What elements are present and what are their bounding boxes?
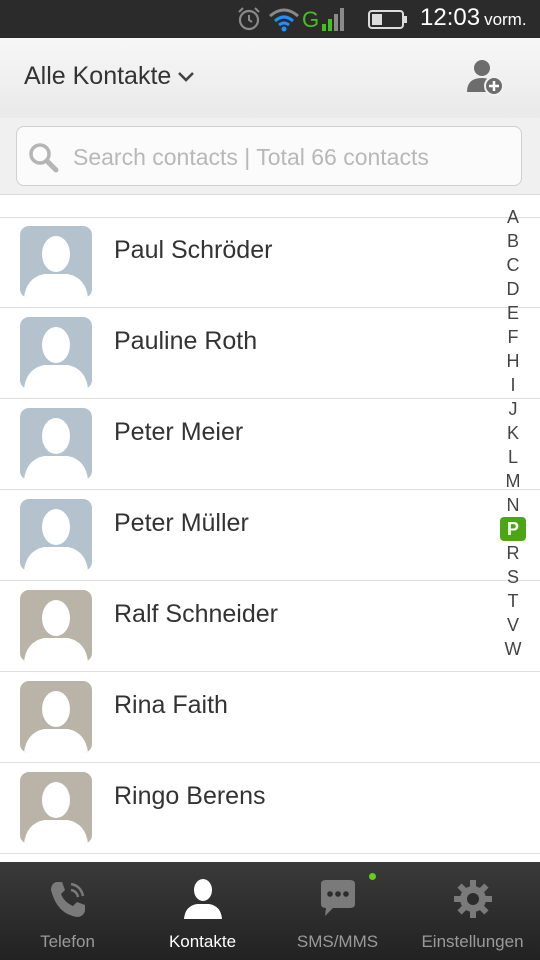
- contact-name: Paul Schröder: [114, 236, 273, 264]
- alphabet-letter-b[interactable]: B: [500, 229, 526, 253]
- new-message-indicator: [369, 873, 376, 880]
- alphabet-letter-m[interactable]: M: [500, 469, 526, 493]
- alphabet-index[interactable]: ABCDEFHIJKLMNPRSTVW: [500, 205, 526, 661]
- alphabet-letter-n[interactable]: N: [500, 493, 526, 517]
- message-icon: [321, 880, 355, 916]
- tab-label: Kontakte: [168, 932, 237, 951]
- alphabet-letter-f[interactable]: F: [500, 325, 526, 349]
- contacts-icon: [184, 879, 222, 919]
- search-placeholder: Search contacts | Total 66 contacts: [73, 144, 429, 170]
- alphabet-letter-w[interactable]: W: [500, 637, 526, 661]
- alphabet-letter-k[interactable]: K: [500, 421, 526, 445]
- alphabet-letter-c[interactable]: C: [500, 253, 526, 277]
- alphabet-letter-s[interactable]: S: [500, 565, 526, 589]
- list-item-partial[interactable]: [0, 195, 540, 218]
- list-item[interactable]: Rina Faith: [0, 672, 540, 763]
- contact-group-selector[interactable]: Alle Kontakte: [24, 62, 195, 91]
- contact-name: Peter Müller: [114, 509, 249, 537]
- alphabet-letter-t[interactable]: T: [500, 589, 526, 613]
- alphabet-letter-p[interactable]: P: [500, 517, 526, 541]
- alphabet-letter-i[interactable]: I: [500, 373, 526, 397]
- avatar: [20, 590, 92, 662]
- contact-list[interactable]: Paul Schröder Pauline Roth Peter Meier P…: [0, 195, 540, 862]
- list-item[interactable]: Ralf Schneider: [0, 581, 540, 672]
- alphabet-letter-r[interactable]: R: [500, 541, 526, 565]
- avatar: [20, 226, 92, 298]
- alarm-icon: [238, 7, 260, 31]
- list-item[interactable]: Ringo Berens: [0, 763, 540, 854]
- clock-ampm: vorm.: [484, 10, 527, 29]
- gear-icon: [454, 880, 492, 918]
- contact-name: Rina Faith: [114, 691, 228, 719]
- wifi-icon: [269, 8, 299, 32]
- alphabet-letter-d[interactable]: D: [500, 277, 526, 301]
- alphabet-letter-h[interactable]: H: [500, 349, 526, 373]
- page-title: Alle Kontakte: [24, 62, 172, 90]
- tab-sms[interactable]: SMS/MMS: [270, 862, 405, 960]
- network-label: G: [302, 7, 319, 32]
- alphabet-letter-j[interactable]: J: [500, 397, 526, 421]
- search-bar: Search contacts | Total 66 contacts: [0, 118, 540, 195]
- tab-telefon[interactable]: Telefon: [0, 862, 135, 960]
- tab-label: Telefon: [40, 932, 95, 951]
- avatar: [20, 317, 92, 389]
- search-input[interactable]: Search contacts | Total 66 contacts: [16, 126, 522, 186]
- tab-einstellungen[interactable]: Einstellungen: [405, 862, 540, 960]
- signal-icon: G: [302, 7, 344, 32]
- clock: 12:03 vorm.: [420, 4, 527, 32]
- avatar: [20, 681, 92, 753]
- list-item[interactable]: Pauline Roth: [0, 308, 540, 399]
- contact-name: Pauline Roth: [114, 327, 258, 355]
- contact-name: Peter Meier: [114, 418, 244, 446]
- list-item[interactable]: Paul Schröder: [0, 217, 540, 308]
- alphabet-letter-a[interactable]: A: [500, 205, 526, 229]
- alphabet-letter-l[interactable]: L: [500, 445, 526, 469]
- list-item[interactable]: Peter Meier: [0, 399, 540, 490]
- add-contact-icon[interactable]: [464, 56, 506, 98]
- chevron-down-icon: [178, 71, 195, 82]
- contact-name: Ralf Schneider: [114, 600, 278, 628]
- contact-name: Ringo Berens: [114, 782, 266, 810]
- tab-label: Einstellungen: [421, 932, 524, 951]
- search-icon: [29, 143, 59, 173]
- alphabet-letter-v[interactable]: V: [500, 613, 526, 637]
- bottom-nav: Telefon Kontakte SMS/MMS Einstellungen: [0, 862, 540, 960]
- battery-icon: [368, 10, 407, 29]
- tab-kontakte[interactable]: Kontakte: [135, 862, 270, 960]
- avatar: [20, 499, 92, 571]
- avatar: [20, 408, 92, 480]
- avatar: [20, 772, 92, 844]
- tab-label: SMS/MMS: [296, 932, 379, 951]
- phone-icon: [51, 882, 85, 917]
- clock-time: 12:03: [420, 4, 481, 31]
- alphabet-letter-e[interactable]: E: [500, 301, 526, 325]
- status-bar: G 12:03 vorm.: [0, 0, 540, 38]
- list-item[interactable]: Peter Müller: [0, 490, 540, 581]
- header: Alle Kontakte: [0, 38, 540, 119]
